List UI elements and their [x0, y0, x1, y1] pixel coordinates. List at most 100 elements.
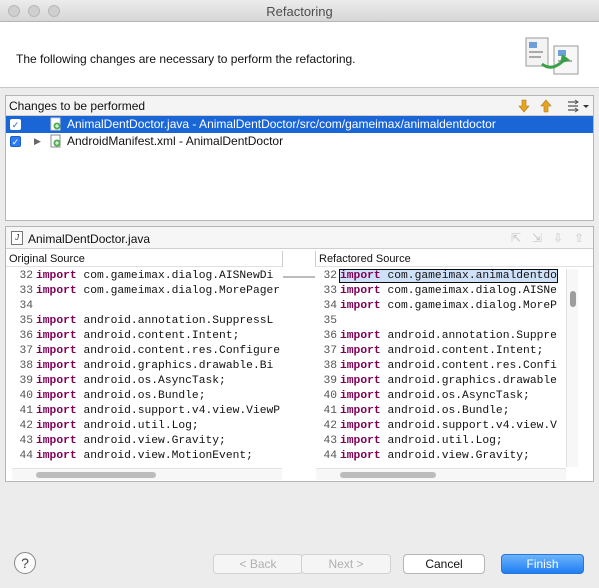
java-file-change-icon	[50, 117, 61, 131]
change-item[interactable]: ✓ AnimalDentDoctor.java - AnimalDentDoct…	[6, 116, 593, 133]
line-number: 35	[19, 315, 33, 327]
line-number: 40	[19, 390, 33, 402]
code-text: import com.gameimax.animaldentdo	[339, 269, 558, 283]
line-number: 32	[19, 270, 33, 282]
code-rest: android.content.res.Configure	[76, 345, 281, 357]
code-keyword: import	[36, 345, 77, 357]
code-keyword: import	[340, 435, 381, 447]
code-keyword: import	[340, 450, 381, 462]
code-keyword: import	[36, 270, 77, 282]
code-rest: android.os.AsyncTask;	[76, 375, 226, 387]
code-keyword: import	[340, 375, 381, 387]
change-item[interactable]: ✓ ▶ AndroidManifest.xml - AnimalDentDoct…	[6, 133, 593, 150]
previous-difference-icon[interactable]: ⇧	[572, 231, 586, 245]
code-rest: android.graphics.drawable.Bi	[76, 360, 274, 372]
code-line: 40 import android.os.AsyncTask;	[316, 389, 562, 404]
scroll-thumb[interactable]	[340, 472, 436, 478]
help-button[interactable]: ?	[14, 552, 36, 574]
next-button[interactable]: Next >	[301, 554, 391, 574]
code-text: import android.os.Bundle;	[340, 405, 510, 417]
code-keyword: import	[340, 360, 381, 372]
scroll-thumb[interactable]	[36, 472, 156, 478]
code-line: 44 import android.view.MotionEvent;	[12, 449, 282, 464]
line-number: 33	[19, 285, 33, 297]
line-number: 37	[19, 345, 33, 357]
next-difference-icon[interactable]: ⇩	[551, 231, 565, 245]
compare-header: J AnimalDentDoctor.java ⇱ ⇲ ⇩ ⇧	[6, 227, 593, 249]
code-text: import android.content.Intent;	[36, 330, 239, 342]
code-line: 34 import com.gameimax.dialog.MoreP	[316, 299, 562, 314]
code-rest: android.view.Gravity;	[76, 435, 226, 447]
code-rest: android.os.Bundle;	[76, 390, 206, 402]
code-line: 44 import android.view.Gravity;	[316, 449, 562, 464]
changes-header: Changes to be performed	[6, 96, 593, 116]
refactored-source-label: Refactored Source	[315, 251, 593, 267]
cancel-button[interactable]: Cancel	[403, 554, 485, 574]
code-text: import android.os.Bundle;	[36, 390, 206, 402]
banner-message: The following changes are necessary to p…	[16, 52, 356, 66]
code-text: import android.content.res.Confi	[340, 360, 557, 372]
java-file-icon: J	[11, 231, 23, 245]
code-line: 35 import android.annotation.SuppressL	[12, 314, 282, 329]
code-text: import com.gameimax.dialog.MoreP	[340, 300, 557, 312]
code-keyword: import	[340, 345, 381, 357]
filter-menu-icon[interactable]	[565, 98, 591, 114]
line-number: 43	[19, 435, 33, 447]
code-rest: android.annotation.SuppressL	[76, 315, 274, 327]
title-bar: Refactoring	[0, 0, 599, 22]
refactored-horizontal-scrollbar[interactable]	[316, 468, 566, 480]
line-number: 44	[323, 450, 337, 462]
compare-file-title: AnimalDentDoctor.java	[28, 232, 151, 246]
checkbox-checked[interactable]: ✓	[10, 136, 21, 147]
code-line: 36 import android.annotation.Suppre	[316, 329, 562, 344]
code-line: 38 import android.content.res.Confi	[316, 359, 562, 374]
next-change-arrow-down-icon[interactable]	[516, 98, 532, 114]
code-text: import com.gameimax.dialog.MorePager	[36, 285, 280, 297]
code-rest: android.view.MotionEvent;	[76, 450, 253, 462]
compare-panel: J AnimalDentDoctor.java ⇱ ⇲ ⇩ ⇧ Original…	[5, 226, 594, 482]
change-item-label: AndroidManifest.xml - AnimalDentDoctor	[67, 134, 284, 148]
code-line: 34	[12, 299, 282, 314]
line-number: 38	[19, 360, 33, 372]
code-text: import android.content.res.Configure	[36, 345, 280, 357]
code-rest: com.gameimax.dialog.MoreP	[380, 300, 557, 312]
line-number: 44	[19, 450, 33, 462]
code-rest: android.support.v4.view.ViewP	[76, 405, 281, 417]
code-text: import android.graphics.drawable	[340, 375, 557, 387]
code-text: import android.view.MotionEvent;	[36, 450, 253, 462]
copy-current-change-icon[interactable]: ⇲	[530, 231, 544, 245]
code-line: 37 import android.content.Intent;	[316, 344, 562, 359]
copy-all-left-icon[interactable]: ⇱	[509, 231, 523, 245]
code-line: 35	[316, 314, 562, 329]
code-rest: android.support.v4.view.V	[380, 420, 557, 432]
line-number: 39	[19, 375, 33, 387]
code-line: 41 import android.support.v4.view.ViewP	[12, 404, 282, 419]
refactored-vertical-scrollbar[interactable]	[566, 269, 578, 467]
code-text: import android.os.AsyncTask;	[340, 390, 530, 402]
code-text: import android.graphics.drawable.Bi	[36, 360, 273, 372]
code-text: import com.gameimax.dialog.AISNe	[340, 285, 557, 297]
original-horizontal-scrollbar[interactable]	[12, 468, 282, 480]
code-keyword: import	[340, 420, 381, 432]
back-button[interactable]: < Back	[213, 554, 303, 574]
scroll-thumb[interactable]	[570, 291, 576, 307]
code-rest: android.util.Log;	[380, 435, 503, 447]
wizard-banner: The following changes are necessary to p…	[0, 22, 599, 88]
line-number: 32	[323, 270, 337, 282]
code-line: 37 import android.content.res.Configure	[12, 344, 282, 359]
code-line: 43 import android.view.Gravity;	[12, 434, 282, 449]
previous-change-arrow-up-icon[interactable]	[538, 98, 554, 114]
code-text: import android.annotation.SuppressL	[36, 315, 273, 327]
code-text: import com.gameimax.dialog.AISNewDi	[36, 270, 273, 282]
original-source-code[interactable]: 32 import com.gameimax.dialog.AISNewDi 33 i…	[12, 269, 282, 465]
finish-button[interactable]: Finish	[501, 554, 584, 574]
code-text: import android.support.v4.view.V	[340, 420, 557, 432]
code-line: 40 import android.os.Bundle;	[12, 389, 282, 404]
refactored-source-code[interactable]: 32 import com.gameimax.animaldentdo 33 impo…	[316, 269, 562, 465]
code-text: import android.util.Log;	[340, 435, 503, 447]
code-line: 32 import com.gameimax.dialog.AISNewDi	[12, 269, 282, 284]
line-number: 42	[323, 420, 337, 432]
line-number: 36	[19, 330, 33, 342]
checkbox-checked[interactable]: ✓	[10, 119, 21, 130]
expand-triangle-icon[interactable]: ▶	[34, 136, 41, 147]
